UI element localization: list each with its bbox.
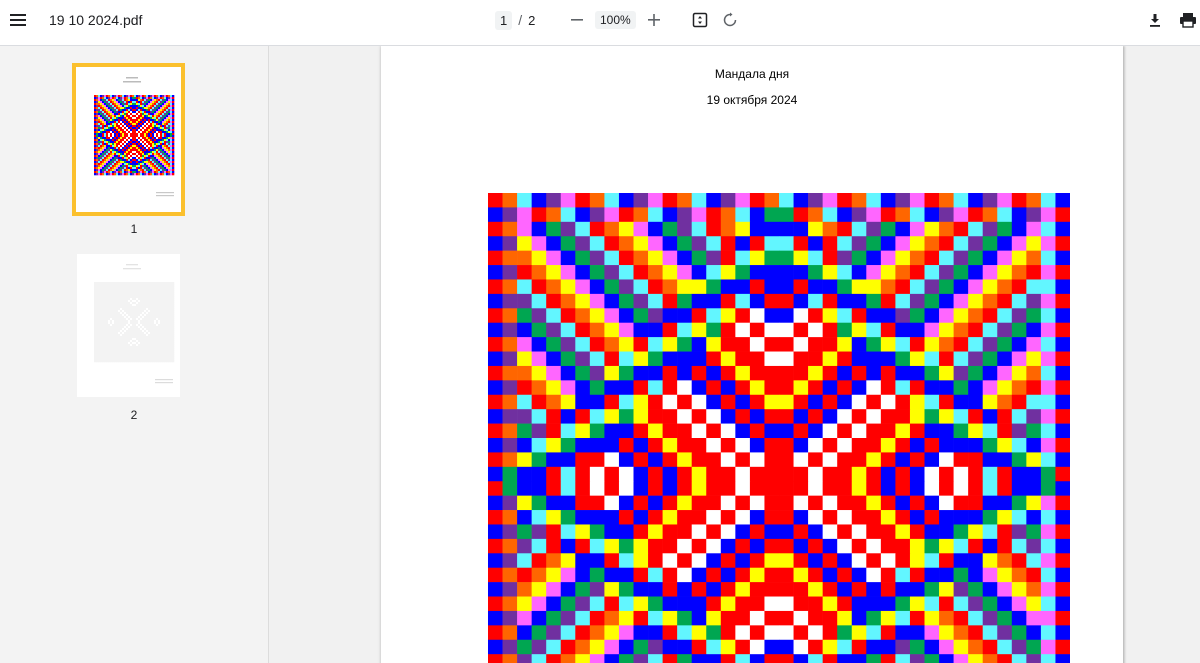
mandala-image <box>488 193 1070 663</box>
document-viewer[interactable]: Мандала дня 19 октября 2024 <box>269 46 1200 663</box>
rotate-icon[interactable] <box>716 6 744 34</box>
document-date: 19 октября 2024 <box>706 93 798 107</box>
document-title: Мандала дня <box>714 67 790 81</box>
fit-page-icon[interactable] <box>686 6 714 34</box>
rotate-button[interactable] <box>716 0 744 40</box>
page-thumbnail-1[interactable] <box>72 63 185 216</box>
thumbnail-number-2: 2 <box>130 408 138 422</box>
page-indicator: 1 / 2 <box>495 0 535 40</box>
zoom-in-button[interactable] <box>640 0 668 40</box>
total-pages: 2 <box>528 12 536 28</box>
menu-icon[interactable] <box>4 6 32 34</box>
page-separator: / <box>518 12 523 28</box>
thumbnail-sidebar: 1 2 <box>0 46 269 663</box>
fit-page-button[interactable] <box>686 0 714 40</box>
page-thumbnail-preview <box>94 77 175 197</box>
plus-icon[interactable] <box>640 6 668 34</box>
menu-button[interactable] <box>4 0 32 40</box>
zoom-out-button[interactable] <box>563 0 591 40</box>
download-button[interactable] <box>1141 0 1169 40</box>
minus-icon[interactable] <box>563 6 591 34</box>
pdf-page-1: Мандала дня 19 октября 2024 <box>381 46 1123 663</box>
page-thumbnail-2[interactable] <box>77 254 180 397</box>
zoom-value[interactable]: 100% <box>595 11 636 29</box>
current-page-input[interactable]: 1 <box>495 10 513 30</box>
thumbnail-number-1: 1 <box>130 222 138 236</box>
page-thumbnail-preview-2 <box>94 264 175 384</box>
document-filename: 19 10 2024.pdf <box>49 12 143 28</box>
download-icon[interactable] <box>1141 6 1169 34</box>
zoom-level[interactable]: 100% <box>595 0 636 40</box>
print-button[interactable] <box>1174 0 1200 40</box>
toolbar: 19 10 2024.pdf 1 / 2 100% <box>0 0 1200 46</box>
print-icon[interactable] <box>1174 6 1200 34</box>
